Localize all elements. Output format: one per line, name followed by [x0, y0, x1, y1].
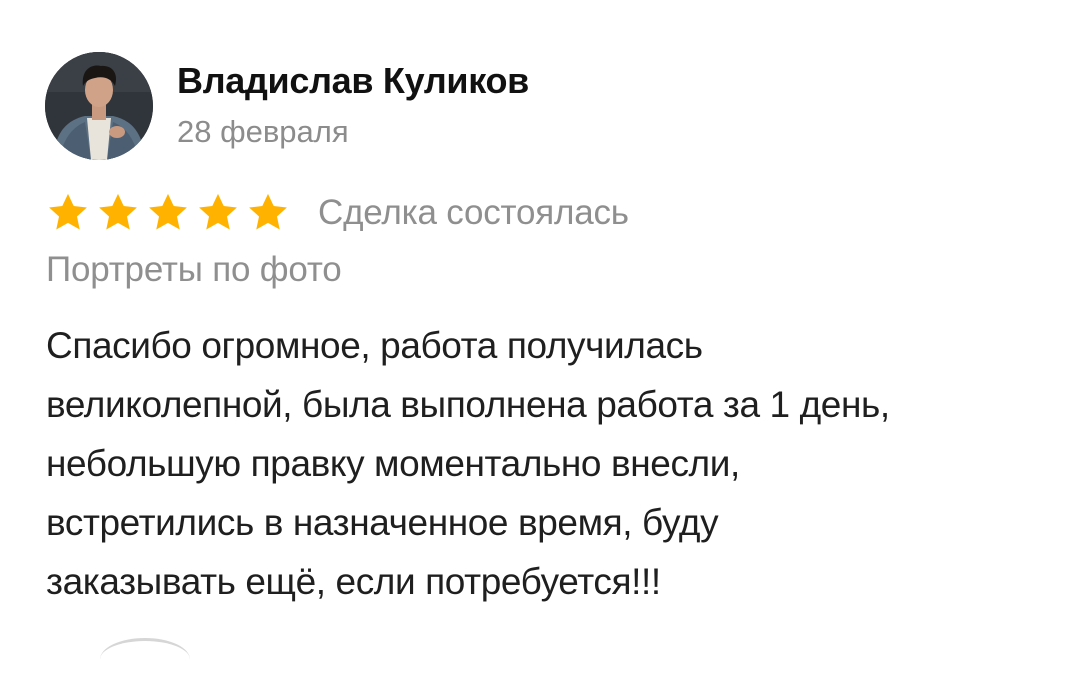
author-name[interactable]: Владислав Куликов — [177, 60, 529, 102]
review-text-line: великолепной, была выполнена работа за 1… — [46, 384, 890, 425]
next-review-avatar-edge — [100, 638, 190, 681]
rating-row: Сделка состоялась — [46, 190, 629, 236]
star-rating — [46, 191, 290, 235]
star-icon — [199, 193, 237, 230]
review-date: 28 февраля — [177, 114, 349, 149]
review-text-line: встретились в назначенное время, буду — [46, 502, 719, 543]
star-icon — [99, 193, 137, 230]
review-text-line: Спасибо огромное, работа получилась — [46, 325, 703, 366]
author-avatar[interactable] — [45, 52, 153, 160]
person-photo-avatar-icon — [45, 52, 153, 160]
star-icon — [149, 193, 187, 230]
deal-status: Сделка состоялась — [318, 193, 629, 232]
service-name: Портреты по фото — [46, 250, 342, 289]
star-icon — [249, 193, 287, 230]
review-text-line: небольшую правку моментально внесли, — [46, 443, 740, 484]
review-card: Владислав Куликов 28 февраля Сделка сост… — [0, 0, 1080, 648]
review-text: Спасибо огромное, работа получилась вели… — [46, 316, 1046, 611]
review-text-line: заказывать ещё, если потребуется!!! — [46, 561, 661, 602]
star-icon — [49, 193, 87, 230]
